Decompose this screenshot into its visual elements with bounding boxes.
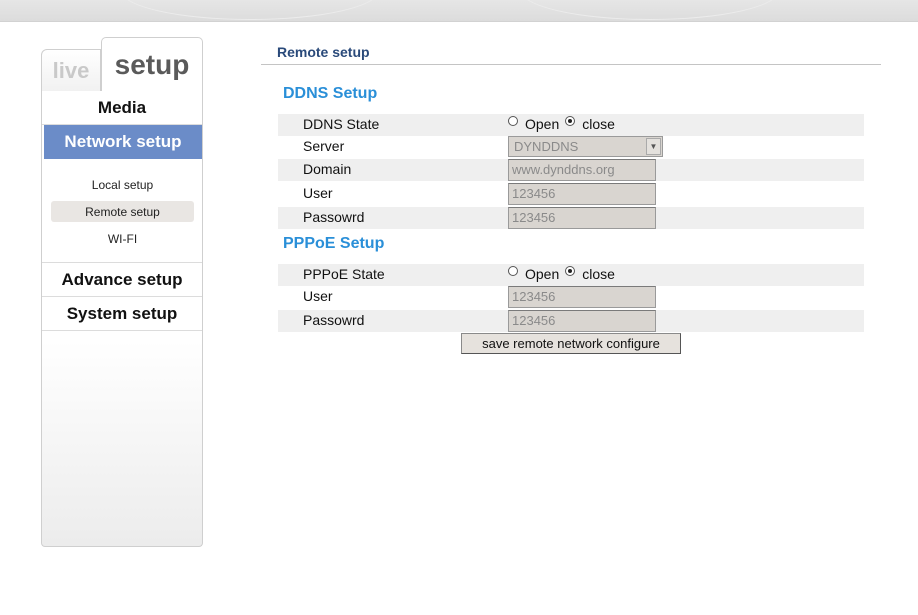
tab-setup[interactable]: setup [101, 37, 203, 91]
pppoe-open-radio[interactable] [508, 266, 518, 276]
chevron-down-icon[interactable]: ▼ [646, 138, 661, 155]
top-banner [0, 0, 918, 22]
ddns-state-row: DDNS State Open close [278, 114, 864, 136]
ddns-server-value: DYNDDNS [514, 139, 579, 154]
banner-decoration [520, 0, 780, 20]
menu-media[interactable]: Media [42, 91, 202, 125]
ddns-password-row: Passowrd 123456 [278, 207, 864, 229]
ddns-server-label: Server [303, 138, 345, 154]
pppoe-state-label: PPPoE State [303, 266, 385, 282]
ddns-open-radio[interactable] [508, 116, 518, 126]
pppoe-section-title: PPPoE Setup [283, 235, 385, 252]
menu-remote-setup[interactable]: Remote setup [51, 201, 194, 222]
ddns-user-row: User 123456 [278, 183, 864, 205]
menu-system-setup[interactable]: System setup [42, 297, 202, 331]
pppoe-open-label: Open [525, 266, 560, 282]
ddns-state-label: DDNS State [303, 116, 380, 132]
pppoe-close-radio[interactable] [565, 266, 576, 276]
ddns-section-title: DDNS Setup [283, 85, 378, 102]
tab-live[interactable]: live [41, 49, 101, 91]
menu-advance-setup[interactable]: Advance setup [42, 263, 202, 297]
ddns-server-select[interactable]: DYNDDNS ▼ [508, 136, 663, 157]
ddns-user-label: User [303, 185, 333, 201]
menu-local-setup[interactable]: Local setup [51, 174, 194, 195]
pppoe-password-row: Passowrd 123456 [278, 310, 864, 332]
save-remote-config-button[interactable]: save remote network configure [461, 333, 681, 354]
pppoe-close-label: close [582, 266, 615, 282]
ddns-domain-field[interactable]: www.dynddns.org [508, 159, 656, 181]
pppoe-password-field[interactable]: 123456 [508, 310, 656, 332]
ddns-password-label: Passowrd [303, 209, 365, 225]
pppoe-state-radio-group: Open close [508, 266, 621, 282]
menu-wifi[interactable]: WI-FI [51, 228, 194, 249]
ddns-state-radio-group: Open close [508, 116, 621, 132]
title-divider [261, 64, 881, 65]
sidebar: live setup Media Network setup Local set… [41, 37, 203, 547]
pppoe-user-row: User 123456 [278, 286, 864, 308]
ddns-server-row: Server DYNDDNS ▼ [278, 136, 864, 158]
pppoe-password-label: Passowrd [303, 312, 365, 328]
ddns-domain-row: Domain www.dynddns.org [278, 159, 864, 181]
pppoe-user-label: User [303, 288, 333, 304]
ddns-domain-label: Domain [303, 161, 352, 177]
ddns-close-radio[interactable] [565, 116, 576, 126]
ddns-close-label: close [582, 116, 615, 132]
ddns-open-label: Open [525, 116, 560, 132]
banner-decoration [120, 0, 380, 20]
sidebar-panel: Media Network setup Local setup Remote s… [41, 91, 203, 547]
pppoe-user-field[interactable]: 123456 [508, 286, 656, 308]
page-title: Remote setup [277, 44, 370, 60]
ddns-user-field[interactable]: 123456 [508, 183, 656, 205]
pppoe-state-row: PPPoE State Open close [278, 264, 864, 286]
ddns-password-field[interactable]: 123456 [508, 207, 656, 229]
menu-network-setup[interactable]: Network setup [44, 125, 202, 159]
